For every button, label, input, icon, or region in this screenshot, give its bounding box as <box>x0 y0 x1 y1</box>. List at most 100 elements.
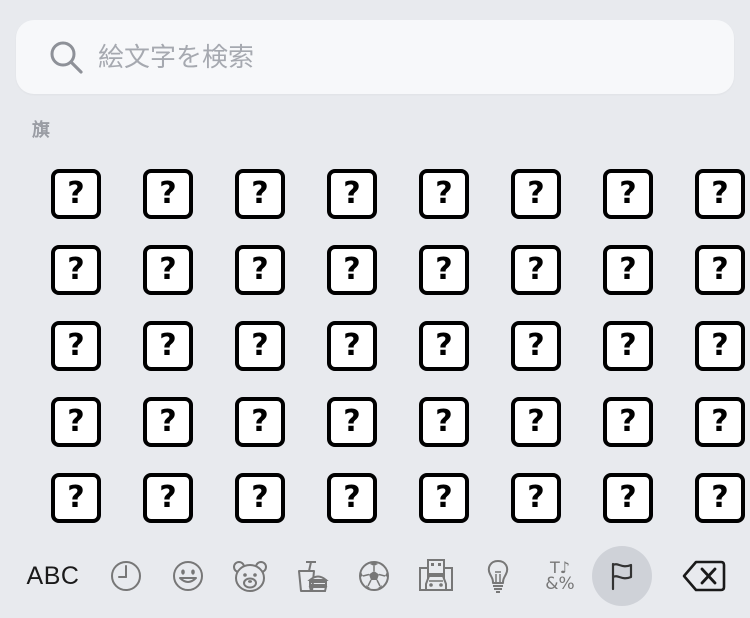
emoji-key[interactable]: ? <box>398 384 490 460</box>
missing-glyph-icon: ? <box>51 321 101 371</box>
emoji-key[interactable]: ? <box>398 156 490 232</box>
emoji-key[interactable]: ? <box>122 460 214 536</box>
emoji-key[interactable]: ? <box>30 460 122 536</box>
symbols-icon-bottom: &% <box>545 573 575 594</box>
emoji-key[interactable]: ? <box>214 308 306 384</box>
missing-glyph-icon: ? <box>235 321 285 371</box>
symbols-category-button[interactable]: T♪ &% <box>530 548 590 604</box>
emoji-key[interactable]: ? <box>306 308 398 384</box>
food-icon <box>298 561 329 592</box>
lightbulb-icon <box>487 560 509 593</box>
missing-glyph-icon: ? <box>235 169 285 219</box>
emoji-key[interactable]: ? <box>674 384 750 460</box>
flags-category-button[interactable] <box>592 546 652 606</box>
missing-glyph-icon: ? <box>603 473 653 523</box>
emoji-grid: ???????????????????????????????????????? <box>30 156 745 532</box>
missing-glyph-icon: ? <box>327 397 377 447</box>
emoji-key[interactable]: ? <box>122 156 214 232</box>
emoji-key[interactable]: ? <box>30 232 122 308</box>
emoji-key[interactable]: ? <box>214 232 306 308</box>
emoji-key[interactable]: ? <box>490 308 582 384</box>
emoji-key[interactable]: ? <box>214 384 306 460</box>
missing-glyph-icon: ? <box>511 473 561 523</box>
emoji-key[interactable]: ? <box>214 460 306 536</box>
missing-glyph-icon: ? <box>235 397 285 447</box>
emoji-key[interactable]: ? <box>582 384 674 460</box>
emoji-key[interactable]: ? <box>582 308 674 384</box>
missing-glyph-icon: ? <box>51 397 101 447</box>
missing-glyph-icon: ? <box>327 321 377 371</box>
missing-glyph-icon: ? <box>511 245 561 295</box>
missing-glyph-icon: ? <box>51 245 101 295</box>
emoji-key[interactable]: ? <box>122 232 214 308</box>
missing-glyph-icon: ? <box>695 473 745 523</box>
emoji-key[interactable]: ? <box>490 156 582 232</box>
missing-glyph-icon: ? <box>511 397 561 447</box>
emoji-key[interactable]: ? <box>306 384 398 460</box>
missing-glyph-icon: ? <box>695 169 745 219</box>
emoji-key[interactable]: ? <box>306 460 398 536</box>
search-icon <box>50 41 83 74</box>
emoji-search-input[interactable] <box>96 20 700 96</box>
travel-category-button[interactable] <box>406 548 466 604</box>
emoji-key[interactable]: ? <box>674 308 750 384</box>
missing-glyph-icon: ? <box>143 245 193 295</box>
animals-category-button[interactable] <box>220 548 280 604</box>
smiley-icon <box>173 561 203 591</box>
emoji-key[interactable]: ? <box>122 308 214 384</box>
missing-glyph-icon: ? <box>419 473 469 523</box>
missing-glyph-icon: ? <box>511 321 561 371</box>
symbols-icon: T♪ &% <box>545 559 575 594</box>
emoji-key[interactable]: ? <box>582 232 674 308</box>
emoji-key[interactable]: ? <box>674 460 750 536</box>
backspace-icon <box>682 560 726 592</box>
emoji-key[interactable]: ? <box>214 156 306 232</box>
clock-icon <box>111 561 141 591</box>
emoji-key[interactable]: ? <box>306 232 398 308</box>
emoji-key[interactable]: ? <box>674 156 750 232</box>
missing-glyph-icon: ? <box>51 473 101 523</box>
emoji-key[interactable]: ? <box>674 232 750 308</box>
smileys-category-button[interactable] <box>158 548 218 604</box>
abc-keyboard-button[interactable]: ABC <box>18 548 88 604</box>
missing-glyph-icon: ? <box>419 245 469 295</box>
emoji-key[interactable]: ? <box>30 156 122 232</box>
missing-glyph-icon: ? <box>327 473 377 523</box>
missing-glyph-icon: ? <box>419 321 469 371</box>
emoji-key[interactable]: ? <box>30 384 122 460</box>
category-bar: ABC T♪ &% <box>0 540 750 618</box>
activity-category-button[interactable] <box>344 548 404 604</box>
missing-glyph-icon: ? <box>327 245 377 295</box>
emoji-key[interactable]: ? <box>30 308 122 384</box>
missing-glyph-icon: ? <box>327 169 377 219</box>
emoji-key[interactable]: ? <box>122 384 214 460</box>
missing-glyph-icon: ? <box>603 397 653 447</box>
food-category-button[interactable] <box>282 548 342 604</box>
emoji-key[interactable]: ? <box>582 156 674 232</box>
emoji-key[interactable]: ? <box>490 384 582 460</box>
missing-glyph-icon: ? <box>603 245 653 295</box>
missing-glyph-icon: ? <box>695 321 745 371</box>
missing-glyph-icon: ? <box>143 473 193 523</box>
missing-glyph-icon: ? <box>235 245 285 295</box>
flag-icon <box>611 562 633 591</box>
missing-glyph-icon: ? <box>695 245 745 295</box>
emoji-key[interactable]: ? <box>306 156 398 232</box>
emoji-key[interactable]: ? <box>582 460 674 536</box>
soccer-ball-icon <box>359 561 389 591</box>
emoji-search-bar[interactable] <box>16 20 734 96</box>
objects-category-button[interactable] <box>468 548 528 604</box>
missing-glyph-icon: ? <box>235 473 285 523</box>
missing-glyph-icon: ? <box>511 169 561 219</box>
recent-category-button[interactable] <box>96 548 156 604</box>
missing-glyph-icon: ? <box>143 397 193 447</box>
missing-glyph-icon: ? <box>419 397 469 447</box>
emoji-key[interactable]: ? <box>398 460 490 536</box>
missing-glyph-icon: ? <box>51 169 101 219</box>
emoji-key[interactable]: ? <box>398 308 490 384</box>
missing-glyph-icon: ? <box>419 169 469 219</box>
emoji-key[interactable]: ? <box>490 232 582 308</box>
emoji-key[interactable]: ? <box>490 460 582 536</box>
emoji-key[interactable]: ? <box>398 232 490 308</box>
delete-button[interactable] <box>672 548 736 604</box>
